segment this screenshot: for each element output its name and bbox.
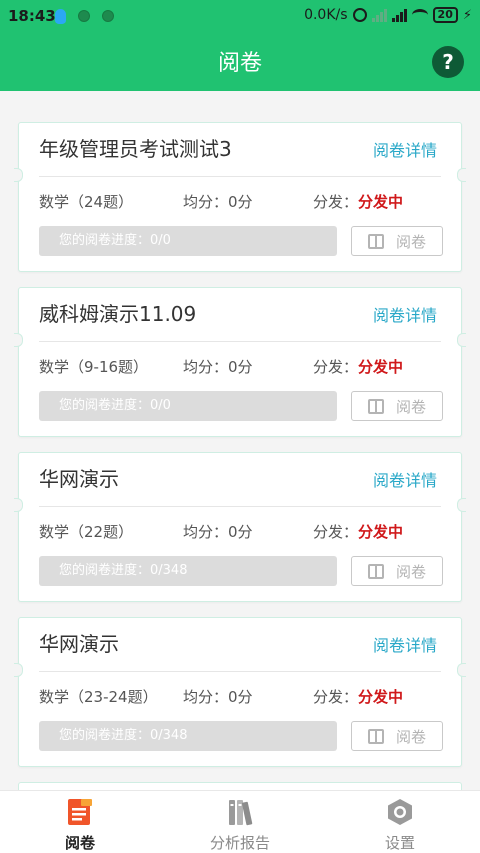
exam-subject: 数学（24题） xyxy=(39,193,134,211)
grading-progress: 您的阅卷进度：0/0 xyxy=(39,391,337,421)
distribution-status: 分发中 xyxy=(358,193,404,211)
qq-notification-icon xyxy=(55,9,66,24)
divider xyxy=(39,341,441,342)
average-score: 均分：0分 xyxy=(183,523,253,541)
grade-button[interactable]: 阅卷 xyxy=(351,226,443,256)
top-bar: 18:43 0.0K/s 20 ⚡ 阅卷 ? xyxy=(0,0,480,91)
nav-label: 设置 xyxy=(384,834,415,852)
charging-icon: ⚡ xyxy=(462,7,472,23)
book-icon xyxy=(367,398,384,414)
exam-card: 威科姆演示11.09 阅卷详情 数学（9-16题） 均分：0分 分发：分发中 您… xyxy=(14,287,466,437)
grade-button[interactable]: 阅卷 xyxy=(351,556,443,586)
grade-button-label: 阅卷 xyxy=(395,562,426,581)
grade-button-label: 阅卷 xyxy=(395,232,426,251)
exam-card: 年级管理员考试测试3 阅卷详情 数学（24题） 均分：0分 分发：分发中 您的阅… xyxy=(14,122,466,272)
nav-item-settings[interactable]: 设置 xyxy=(320,791,480,853)
nav-item-grading[interactable]: 阅卷 xyxy=(0,791,160,853)
distribution: 分发：分发中 xyxy=(313,686,403,707)
exam-title: 威科姆演示11.09 xyxy=(39,302,197,326)
hexagon-gear-icon xyxy=(388,799,412,825)
signal-hd-icon xyxy=(371,8,387,22)
grading-doc-icon xyxy=(68,799,92,825)
grade-button-label: 阅卷 xyxy=(395,727,426,746)
distribution-status: 分发中 xyxy=(358,523,404,541)
average-score: 均分：0分 xyxy=(183,358,253,376)
battery-icon: 20 xyxy=(432,7,458,23)
bottom-nav: 阅卷 分析报告 设置 xyxy=(0,790,480,853)
book-icon xyxy=(367,728,384,744)
book-icon xyxy=(367,563,384,579)
distribution: 分发：分发中 xyxy=(313,191,403,212)
exam-title: 华网演示 xyxy=(39,632,119,656)
book-icon xyxy=(367,233,384,249)
average-score: 均分：0分 xyxy=(183,688,253,706)
distribution-label: 分发： xyxy=(313,688,359,706)
exam-title: 年级管理员考试测试3 xyxy=(39,137,232,161)
wifi-icon xyxy=(411,9,428,21)
exam-card: 华网演示 阅卷详情 数学（22题） 均分：0分 分发：分发中 您的阅卷进度：0/… xyxy=(14,452,466,602)
network-speed: 0.0K/s xyxy=(304,7,348,23)
grading-progress: 您的阅卷进度：0/348 xyxy=(39,556,337,586)
grading-detail-link[interactable]: 阅卷详情 xyxy=(373,632,437,656)
signal-icon xyxy=(391,8,407,22)
exam-subject: 数学（23-24题） xyxy=(39,688,158,706)
nav-label: 阅卷 xyxy=(64,834,95,852)
grade-button[interactable]: 阅卷 xyxy=(351,721,443,751)
grade-button-label: 阅卷 xyxy=(395,397,426,416)
distribution-status: 分发中 xyxy=(358,358,404,376)
status-bar: 18:43 0.0K/s 20 ⚡ xyxy=(0,0,480,32)
page-title: 阅卷 xyxy=(217,51,262,76)
exam-card: 华网演示 阅卷详情 数学（23-24题） 均分：0分 分发：分发中 您的阅卷进度… xyxy=(14,617,466,767)
exam-subject: 数学（22题） xyxy=(39,523,134,541)
books-report-icon xyxy=(229,800,253,826)
exam-title: 华网演示 xyxy=(39,467,119,491)
exam-list: 年级管理员考试测试3 阅卷详情 数学（24题） 均分：0分 分发：分发中 您的阅… xyxy=(14,122,466,782)
nav-item-analysis-report[interactable]: 分析报告 xyxy=(160,791,320,853)
average-score: 均分：0分 xyxy=(183,193,253,211)
distribution-label: 分发： xyxy=(313,523,359,541)
distribution-status: 分发中 xyxy=(358,688,404,706)
exam-subject: 数学（9-16题） xyxy=(39,358,149,376)
alarm-icon xyxy=(352,8,367,22)
grade-button[interactable]: 阅卷 xyxy=(351,391,443,421)
nav-label: 分析报告 xyxy=(209,834,270,852)
grading-detail-link[interactable]: 阅卷详情 xyxy=(373,137,437,161)
distribution: 分发：分发中 xyxy=(313,521,403,542)
divider xyxy=(39,176,441,177)
grading-progress: 您的阅卷进度：0/0 xyxy=(39,226,337,256)
divider xyxy=(39,671,441,672)
distribution-label: 分发： xyxy=(313,358,359,376)
grading-progress: 您的阅卷进度：0/348 xyxy=(39,721,337,751)
status-time: 18:43 xyxy=(8,7,56,25)
divider xyxy=(39,506,441,507)
app-notification-icon xyxy=(78,10,90,22)
distribution-label: 分发： xyxy=(313,193,359,211)
grading-detail-link[interactable]: 阅卷详情 xyxy=(373,467,437,491)
help-button[interactable]: ? xyxy=(432,46,464,78)
app-notification-icon xyxy=(102,10,114,22)
grading-detail-link[interactable]: 阅卷详情 xyxy=(373,302,437,326)
distribution: 分发：分发中 xyxy=(313,356,403,377)
